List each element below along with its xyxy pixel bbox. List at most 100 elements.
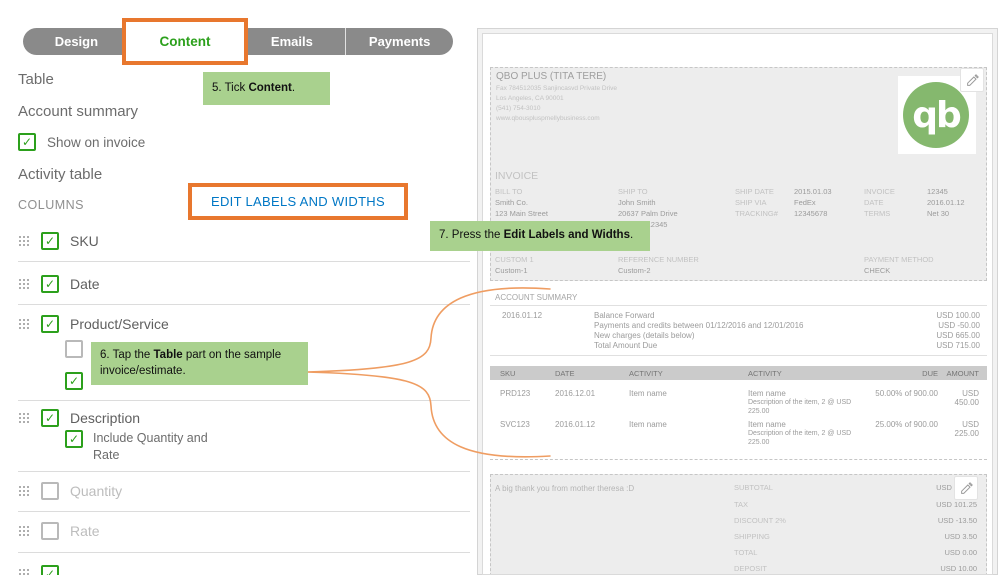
- total-value: USD -13.50: [937, 516, 977, 525]
- invoice-preview-page[interactable]: QBO PLUS (TITA TERE) Fax 784512035 Sanji…: [482, 33, 993, 575]
- invoice-field-label: TERMS: [864, 209, 891, 218]
- ship-to-line: 20637 Palm Drive: [618, 209, 678, 218]
- table-header-cell: AMOUNT: [946, 369, 980, 378]
- column-row-sku: SKU: [18, 232, 99, 250]
- drag-handle-icon[interactable]: [18, 485, 30, 497]
- table-cell-date: 2016.12.01: [555, 389, 596, 398]
- total-label: SUBTOTAL: [734, 483, 773, 492]
- account-summary-date: 2016.01.12: [502, 311, 543, 320]
- edit-labels-and-widths-button[interactable]: EDIT LABELS AND WIDTHS: [188, 183, 408, 220]
- tab-emails[interactable]: Emails: [239, 28, 347, 55]
- column-row-partial: [18, 565, 59, 575]
- invoice-field-label: INVOICE: [864, 187, 895, 196]
- ship-field-value: 2015.01.03: [794, 187, 832, 196]
- invoice-title: INVOICE: [495, 170, 539, 182]
- table-section-label: Table: [18, 71, 54, 88]
- table-header-cell: DUE: [922, 369, 938, 378]
- table-header-cell: DATE: [555, 369, 575, 378]
- total-label: TAX: [734, 500, 749, 509]
- column-label: Date: [70, 276, 100, 292]
- ship-field-value: FedEx: [794, 198, 816, 207]
- divider: [18, 471, 470, 472]
- total-label: DEPOSIT: [734, 564, 767, 573]
- show-on-invoice-label: Show on invoice: [47, 134, 146, 150]
- summary-desc: Payments and credits between 01/12/2016 …: [594, 321, 804, 330]
- custom-field-label: PAYMENT METHOD: [864, 255, 934, 264]
- custom-field-label: CUSTOM 1: [495, 255, 534, 264]
- activity-table-section-label: Activity table: [18, 166, 103, 183]
- table-cell-date: 2016.01.12: [555, 420, 596, 429]
- ship-field-label: TRACKING#: [735, 209, 778, 218]
- summary-desc: New charges (details below): [594, 331, 695, 340]
- show-on-invoice-checkbox[interactable]: [18, 133, 36, 151]
- quantity-checkbox[interactable]: [41, 482, 59, 500]
- table-cell-amount: USD: [962, 420, 979, 429]
- tab-design[interactable]: Design: [23, 28, 131, 55]
- drag-handle-icon[interactable]: [18, 568, 30, 575]
- summary-amount: USD 715.00: [936, 341, 980, 350]
- tab-payments[interactable]: Payments: [346, 28, 453, 55]
- custom-field-value: Custom-2: [618, 266, 651, 275]
- total-label: SHIPPING: [734, 532, 770, 541]
- table-header-cell: ACTIVITY: [629, 369, 663, 378]
- rate-checkbox[interactable]: [41, 522, 59, 540]
- table-header-cell: ACTIVITY: [748, 369, 782, 378]
- edit-totals-button[interactable]: [954, 476, 978, 500]
- amount-checkbox[interactable]: [41, 565, 59, 575]
- annotation-step5: 5. Tick Content.: [203, 72, 330, 105]
- divider: [490, 305, 987, 306]
- invoice-field-value: 2016.01.12: [927, 198, 965, 207]
- table-cell-amount: 225.00: [954, 429, 979, 438]
- table-cell-activity: Item name: [629, 389, 667, 398]
- ship-field-label: SHIP DATE: [735, 187, 774, 196]
- divider: [490, 459, 987, 460]
- table-cell-due: 50.00% of 900.00: [875, 389, 938, 398]
- tab-content[interactable]: Content: [122, 18, 248, 65]
- table-cell-activity2: Item name: [748, 389, 786, 398]
- table-cell-activity: Item name: [629, 420, 667, 429]
- divider: [490, 355, 987, 356]
- drag-handle-icon[interactable]: [18, 235, 30, 247]
- summary-amount: USD 100.00: [936, 311, 980, 320]
- annotation-step7: 7. Press the Edit Labels and Widths.: [430, 221, 650, 251]
- footer-note: A big thank you from mother theresa :D: [495, 484, 635, 493]
- account-summary-section-label: Account summary: [18, 103, 139, 120]
- column-row-description: Description: [18, 409, 140, 427]
- column-label: Description: [70, 410, 141, 426]
- table-cell-description: 225.00: [748, 408, 770, 415]
- summary-amount: USD -50.00: [938, 321, 980, 330]
- custom-field-label: REFERENCE NUMBER: [618, 255, 699, 264]
- total-value: USD 10.00: [940, 564, 977, 573]
- account-summary-heading[interactable]: ACCOUNT SUMMARY: [495, 293, 577, 302]
- column-row-rate: Rate: [18, 522, 100, 540]
- product-service-sub-checkbox-1[interactable]: [65, 340, 83, 358]
- description-checkbox[interactable]: [41, 409, 59, 427]
- edit-header-button[interactable]: [960, 68, 984, 92]
- drag-handle-icon[interactable]: [18, 278, 30, 290]
- bill-to-label: BILL TO: [495, 187, 523, 196]
- custom-field-value: CHECK: [864, 266, 891, 275]
- table-cell-due: 25.00% of 900.00: [875, 420, 938, 429]
- divider: [18, 552, 470, 553]
- drag-handle-icon[interactable]: [18, 318, 30, 330]
- date-checkbox[interactable]: [41, 275, 59, 293]
- invoice-field-label: DATE: [864, 198, 884, 207]
- product-service-checkbox[interactable]: [41, 315, 59, 333]
- include-quantity-rate-checkbox[interactable]: [65, 430, 83, 448]
- ship-to-label: SHIP TO: [618, 187, 648, 196]
- sku-checkbox[interactable]: [41, 232, 59, 250]
- column-label: Product/Service: [70, 316, 169, 332]
- ship-field-label: SHIP VIA: [735, 198, 767, 207]
- company-name: QBO PLUS (TITA TERE): [496, 71, 607, 82]
- drag-handle-icon[interactable]: [18, 525, 30, 537]
- table-cell-sku: SVC123: [500, 420, 530, 429]
- drag-handle-icon[interactable]: [18, 412, 30, 424]
- table-cell-description: 225.00: [748, 439, 770, 446]
- company-line: www.qbouspluspmellybusiness.com: [496, 115, 600, 122]
- product-service-sub-checkbox-2[interactable]: [65, 372, 83, 390]
- invoice-customization-screen: Design Emails Payments Content Table Acc…: [0, 0, 999, 575]
- summary-amount: USD 665.00: [936, 331, 980, 340]
- column-label: SKU: [70, 233, 99, 249]
- total-value: USD 101.25: [936, 500, 977, 509]
- total-label: DISCOUNT 2%: [734, 516, 786, 525]
